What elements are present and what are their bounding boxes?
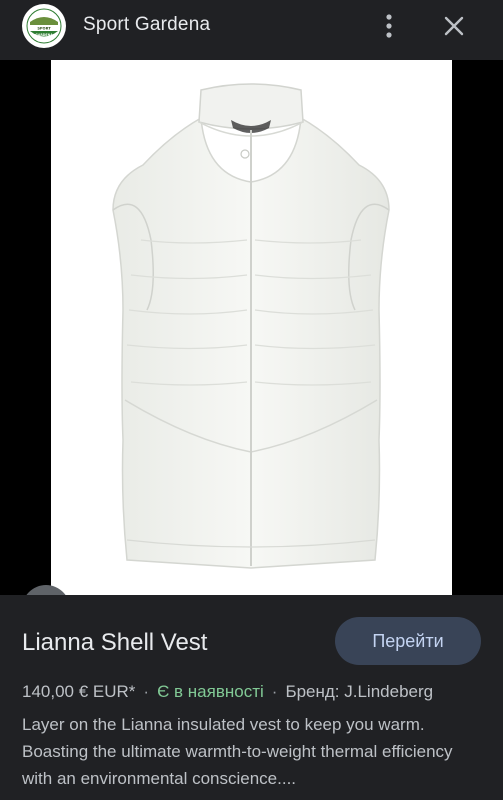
media-area (0, 60, 503, 633)
svg-text:SPORT: SPORT (37, 27, 51, 31)
product-image[interactable] (51, 60, 452, 595)
product-info-panel: Lianna Shell Vest Перейти 140,00 € EUR* ·… (0, 595, 503, 800)
more-vertical-icon (386, 14, 392, 38)
top-bar: SPORT GARDENA Sport Gardena (0, 0, 503, 60)
site-name: Sport Gardena (83, 14, 211, 35)
availability-label: Є в наявності (157, 682, 264, 701)
price-label: 140,00 € EUR* (22, 682, 136, 701)
vest-illustration (112, 83, 390, 569)
go-to-site-button[interactable]: Перейти (335, 617, 481, 665)
site-logo[interactable]: SPORT GARDENA (22, 4, 66, 48)
product-meta: 140,00 € EUR* · Є в наявності · Бренд: J.Lin… (22, 682, 433, 702)
separator-dot: · (143, 682, 150, 701)
product-title[interactable]: Lianna Shell Vest (22, 629, 207, 657)
svg-text:GARDENA: GARDENA (35, 33, 53, 37)
separator-dot: · (271, 682, 278, 701)
product-description: Layer on the Lianna insulated vest to ke… (22, 715, 453, 788)
close-button[interactable] (439, 10, 469, 42)
more-options-button[interactable] (376, 10, 402, 42)
brand-label: Бренд: J.Lindeberg (285, 682, 434, 701)
sport-gardena-logo-icon: SPORT GARDENA (26, 8, 62, 44)
close-icon (444, 16, 464, 36)
